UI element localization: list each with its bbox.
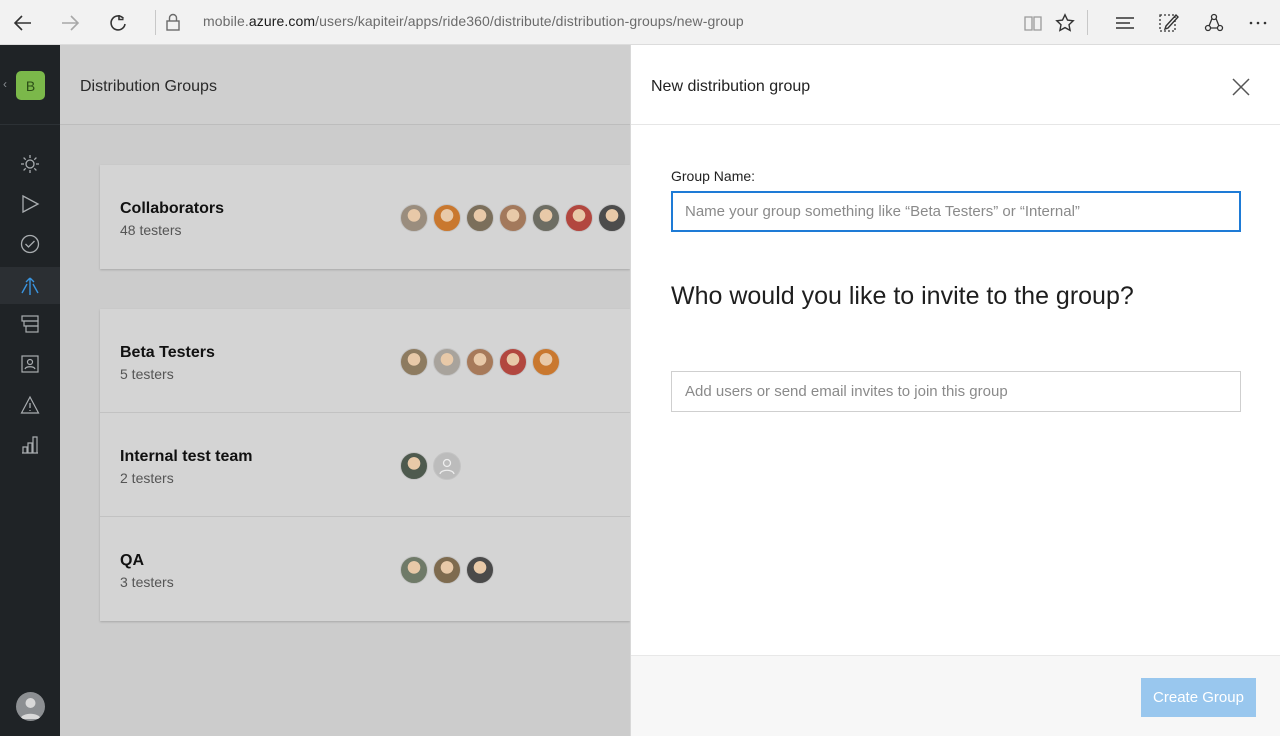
group-row-qa[interactable]: QA 3 testers (100, 517, 630, 621)
page-header: Distribution Groups (60, 45, 630, 125)
app-badge[interactable]: B (16, 71, 45, 100)
user-avatar[interactable] (16, 692, 45, 721)
tester-avatar (433, 348, 461, 376)
tester-avatar (400, 452, 428, 480)
toolbar-divider (155, 10, 156, 35)
invite-heading: Who would you like to invite to the grou… (671, 282, 1134, 310)
tester-avatar (499, 204, 527, 232)
placeholder-avatar-icon (433, 452, 461, 480)
group-name: QA (120, 552, 144, 569)
panel-title: New distribution group (651, 78, 811, 95)
address-bar[interactable]: mobile.azure.com/users/kapiteir/apps/rid… (203, 13, 744, 29)
crashes-stack-icon[interactable] (18, 312, 42, 336)
group-name: Internal test team (120, 448, 253, 465)
url-path: /users/kapiteir/apps/ride360/distribute/… (315, 13, 744, 29)
group-card: Collaborators 48 testers (100, 165, 630, 269)
tester-avatar (598, 204, 626, 232)
web-note-icon[interactable] (1154, 8, 1184, 38)
page-title: Distribution Groups (80, 78, 217, 95)
group-count: 5 testers (120, 366, 174, 382)
create-group-button[interactable]: Create Group (1141, 678, 1256, 717)
distribution-groups-page: Distribution Groups Collaborators 48 tes… (60, 45, 630, 736)
group-name-label: Group Name: (671, 168, 756, 184)
group-row-beta-testers[interactable]: Beta Testers 5 testers (100, 309, 630, 413)
group-name: Collaborators (120, 200, 225, 217)
contacts-card-icon[interactable] (18, 352, 42, 376)
tester-avatars (400, 452, 461, 480)
group-count: 2 testers (120, 470, 174, 486)
tester-avatar (400, 204, 428, 232)
group-row-internal-test-team[interactable]: Internal test team 2 testers (100, 413, 630, 517)
tester-avatar (400, 556, 428, 584)
warning-triangle-icon[interactable] (18, 393, 42, 417)
tester-avatars (400, 204, 626, 232)
hub-icon[interactable] (1110, 8, 1140, 38)
lock-icon (165, 12, 181, 37)
tester-avatar (466, 348, 494, 376)
refresh-icon[interactable] (103, 8, 133, 38)
app-nav-rail: ‹ B (0, 45, 60, 736)
collapse-chevron-icon[interactable]: ‹ (3, 77, 7, 91)
reading-view-icon[interactable] (1018, 8, 1048, 38)
overview-sun-icon[interactable] (18, 152, 42, 176)
url-domain: azure.com (248, 13, 316, 29)
group-count: 3 testers (120, 574, 174, 590)
tester-avatars (400, 348, 560, 376)
panel-footer: Create Group (631, 655, 1280, 736)
invite-users-input[interactable] (671, 371, 1241, 412)
group-card: Beta Testers 5 testers Internal test tea… (100, 309, 630, 621)
forward-icon[interactable] (55, 8, 85, 38)
close-icon[interactable] (1229, 75, 1253, 99)
panel-header: New distribution group (631, 45, 1280, 125)
tester-avatar (565, 204, 593, 232)
back-icon[interactable] (8, 8, 38, 38)
tester-avatar (433, 204, 461, 232)
share-icon[interactable] (1199, 8, 1229, 38)
analytics-bar-icon[interactable] (18, 433, 42, 457)
new-group-panel: New distribution group Group Name: Who w… (630, 45, 1280, 736)
test-check-icon[interactable] (18, 232, 42, 256)
build-play-icon[interactable] (18, 192, 42, 216)
tester-avatars (400, 556, 494, 584)
tester-avatar (433, 556, 461, 584)
tester-avatar (532, 348, 560, 376)
distribute-icon[interactable] (18, 273, 42, 297)
more-icon[interactable] (1243, 8, 1273, 38)
url-prefix: mobile. (203, 13, 249, 29)
tester-avatar (499, 348, 527, 376)
group-name: Beta Testers (120, 344, 215, 361)
group-row-collaborators[interactable]: Collaborators 48 testers (100, 165, 630, 269)
group-count: 48 testers (120, 222, 182, 238)
tester-avatar (400, 348, 428, 376)
browser-toolbar: mobile.azure.com/users/kapiteir/apps/rid… (0, 0, 1280, 45)
tester-avatar (466, 204, 494, 232)
tester-avatar (532, 204, 560, 232)
group-name-input[interactable] (671, 191, 1241, 232)
favorite-star-icon[interactable] (1050, 8, 1080, 38)
tester-avatar (466, 556, 494, 584)
rail-divider (0, 124, 60, 125)
toolbar-divider (1087, 10, 1088, 35)
